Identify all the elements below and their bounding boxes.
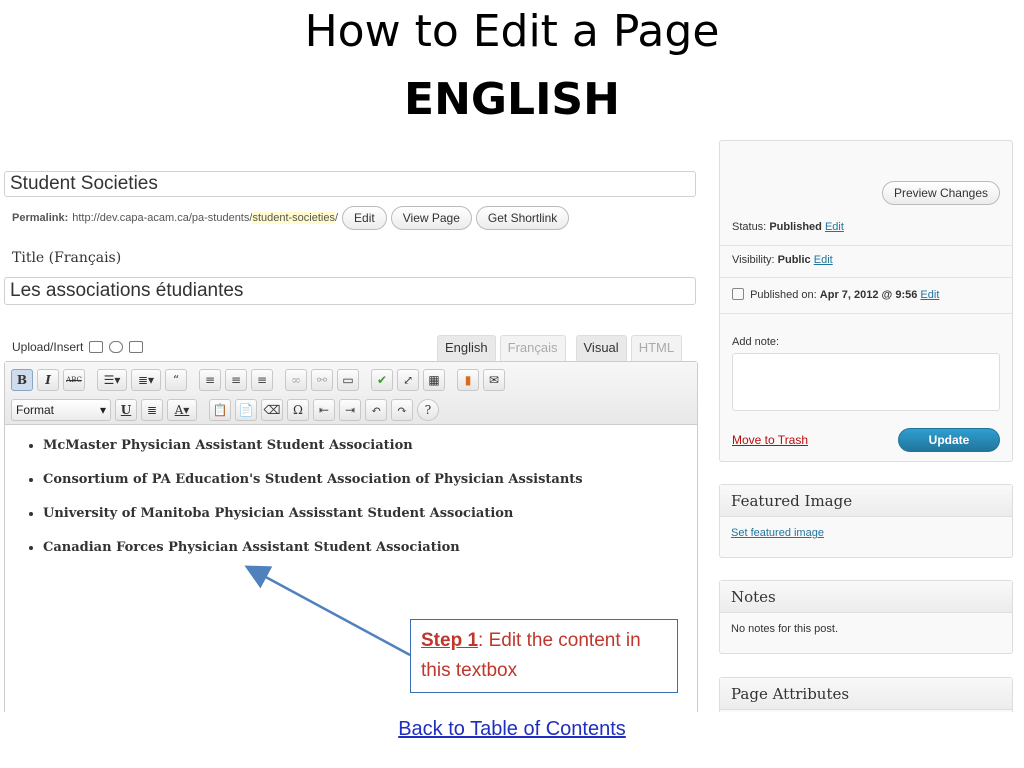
move-to-trash-link[interactable]: Move to Trash xyxy=(732,433,808,447)
align-center-icon[interactable]: ≡ xyxy=(225,368,247,391)
indent-icon[interactable]: ⇥ xyxy=(339,398,361,421)
status-value: Published xyxy=(769,221,822,233)
featured-image-title: Featured Image xyxy=(720,485,1012,517)
tab-francais[interactable]: Français xyxy=(499,335,566,361)
format-label: Format xyxy=(16,402,55,417)
numbered-list-icon[interactable]: ≣▾ xyxy=(131,368,161,391)
paste-text-icon[interactable]: 📋 xyxy=(209,398,231,421)
title-fr-input[interactable] xyxy=(4,277,696,305)
featured-image-box: Featured Image Set featured image xyxy=(719,484,1013,558)
permalink-base: http://dev.capa-acam.ca/pa-students/ xyxy=(72,212,253,224)
list-item: Canadian Forces Physician Assistant Stud… xyxy=(43,539,677,556)
redo-icon[interactable]: ↷ xyxy=(391,398,413,421)
add-note-textarea[interactable] xyxy=(732,353,1000,411)
bullet-list-icon[interactable]: ☰▾ xyxy=(97,368,127,391)
align-left-icon[interactable]: ≡ xyxy=(199,368,221,391)
permalink-row: Permalink: http://dev.capa-acam.ca/pa-st… xyxy=(12,206,570,230)
special-char-icon[interactable]: Ω xyxy=(287,398,309,421)
add-form-icon[interactable] xyxy=(129,341,144,353)
add-media-icon[interactable] xyxy=(89,341,104,353)
more-tag-icon[interactable]: ▭ xyxy=(337,368,359,391)
list-item: University of Manitoba Physician Assisst… xyxy=(43,505,677,522)
status-edit-link[interactable]: Edit xyxy=(825,221,844,233)
publish-box: Preview Changes Status: Published Edit V… xyxy=(719,140,1013,462)
published-edit-link[interactable]: Edit xyxy=(920,289,939,301)
get-shortlink-button[interactable]: Get Shortlink xyxy=(475,206,570,230)
chevron-down-icon: ▾ xyxy=(99,402,106,417)
add-note-label: Add note: xyxy=(732,336,780,348)
upload-insert-row: Upload/Insert xyxy=(12,340,144,354)
tab-html[interactable]: HTML xyxy=(630,335,683,361)
spellcheck-icon[interactable]: ✔ xyxy=(371,368,393,391)
status-label: Status: xyxy=(732,221,767,233)
paste-word-icon[interactable]: 📄 xyxy=(235,398,257,421)
permalink-slug[interactable]: student-societies xyxy=(252,212,335,224)
strikethrough-icon[interactable]: ABC xyxy=(63,368,85,391)
permalink-tail: / xyxy=(334,212,339,224)
slide-subtitle: ENGLISH xyxy=(404,74,620,125)
wordpress-screenshot: Permalink: http://dev.capa-acam.ca/pa-st… xyxy=(0,140,1024,712)
bold-icon[interactable]: B xyxy=(11,368,33,391)
justify-icon[interactable]: ≣ xyxy=(141,398,163,421)
visibility-label: Visibility: xyxy=(732,254,775,266)
callout-box: Step 1: Edit the content in this textbox xyxy=(410,619,678,693)
help-icon[interactable]: ? xyxy=(417,398,439,421)
outdent-icon[interactable]: ⇤ xyxy=(313,398,335,421)
blockquote-icon[interactable]: “ xyxy=(165,368,187,391)
tab-visual[interactable]: Visual xyxy=(575,335,627,361)
italic-icon[interactable]: I xyxy=(37,368,59,391)
notes-title: Notes xyxy=(720,581,1012,613)
undo-icon[interactable]: ↶ xyxy=(365,398,387,421)
slide-title: How to Edit a Page xyxy=(304,6,720,57)
fullscreen-icon[interactable]: ⤢ xyxy=(397,368,419,391)
editor-tabs: English Français Visual HTML xyxy=(437,335,683,361)
published-label: Published on: xyxy=(750,289,817,301)
update-button[interactable]: Update xyxy=(898,428,1000,452)
format-select[interactable]: Format ▾ xyxy=(11,398,111,421)
callout-step: Step 1 xyxy=(421,630,479,651)
list-item: McMaster Physician Assistant Student Ass… xyxy=(43,437,677,454)
email-icon[interactable]: ✉ xyxy=(483,368,505,391)
unlink-icon[interactable]: ⚯ xyxy=(311,368,333,391)
permalink-label: Permalink: xyxy=(12,212,69,224)
notes-text: No notes for this post. xyxy=(731,623,838,635)
text-color-icon[interactable]: A▾ xyxy=(167,398,197,421)
tab-english[interactable]: English xyxy=(437,335,496,361)
notes-box: Notes No notes for this post. xyxy=(719,580,1013,654)
visibility-row: Visibility: Public Edit xyxy=(732,254,833,266)
list-item: Consortium of PA Education's Student Ass… xyxy=(43,471,677,488)
editor-toolbar: B I ABC ☰▾ ≣▾ “ ≡ ≡ ≡ ∞ ⚯ ▭ ✔ ⤢ ▦ ▮ ✉ Fo… xyxy=(5,362,697,425)
add-gallery-icon[interactable] xyxy=(109,341,124,353)
calendar-icon xyxy=(732,288,744,300)
eraser-icon[interactable]: ⌫ xyxy=(261,398,283,421)
kitchen-sink-icon[interactable]: ▦ xyxy=(423,368,445,391)
editor-content[interactable]: McMaster Physician Assistant Student Ass… xyxy=(5,425,697,585)
upload-insert-label: Upload/Insert xyxy=(12,340,84,354)
chart-icon[interactable]: ▮ xyxy=(457,368,479,391)
page-attributes-box: Page Attributes xyxy=(719,677,1013,712)
title-fr-label: Title (Français) xyxy=(12,250,122,266)
permalink-edit-button[interactable]: Edit xyxy=(342,206,387,230)
visibility-edit-link[interactable]: Edit xyxy=(814,254,833,266)
align-right-icon[interactable]: ≡ xyxy=(251,368,273,391)
back-to-contents-link[interactable]: Back to Table of Contents xyxy=(0,718,1024,741)
content-list: McMaster Physician Assistant Student Ass… xyxy=(25,437,677,556)
status-row: Status: Published Edit xyxy=(732,221,844,233)
underline-icon[interactable]: U xyxy=(115,398,137,421)
view-page-button[interactable]: View Page xyxy=(390,206,472,230)
preview-changes-button[interactable]: Preview Changes xyxy=(881,181,1000,205)
link-icon[interactable]: ∞ xyxy=(285,368,307,391)
published-row: Published on: Apr 7, 2012 @ 9:56 Edit xyxy=(732,288,939,301)
page-attributes-title: Page Attributes xyxy=(720,678,1012,710)
set-featured-image-link[interactable]: Set featured image xyxy=(731,527,824,539)
published-value: Apr 7, 2012 @ 9:56 xyxy=(819,289,918,301)
visibility-value: Public xyxy=(777,254,811,266)
title-input[interactable] xyxy=(4,171,696,197)
